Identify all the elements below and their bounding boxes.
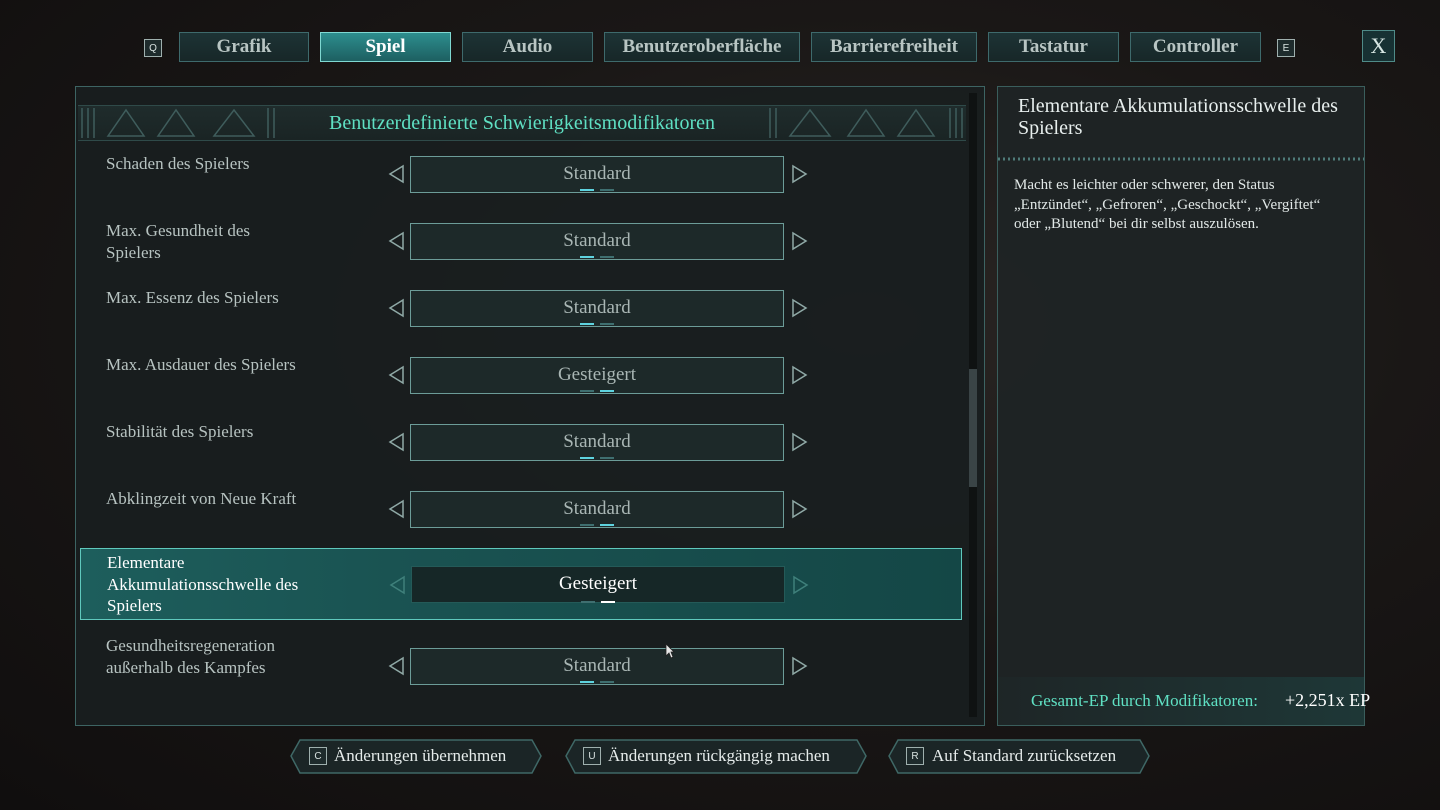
setting-label: Max. Ausdauer des Spielers <box>106 355 296 374</box>
level-indicator <box>581 601 617 604</box>
level-indicator <box>580 189 616 192</box>
apply-changes-button[interactable]: C Änderungen übernehmen <box>290 739 542 774</box>
button-label: Auf Standard zurücksetzen <box>932 746 1117 765</box>
arrow-left-icon[interactable] <box>388 432 406 452</box>
setting-row-schaden[interactable]: Schaden des Spielers Standard <box>80 153 962 213</box>
setting-label: Schaden des Spielers <box>106 154 250 173</box>
tab-audio[interactable]: Audio <box>462 32 593 62</box>
setting-label: Elementare Akkumulationsschwelle des Spi… <box>107 553 299 615</box>
setting-row-gesundheitsregeneration[interactable]: Gesundheitsregeneration außerhalb des Ka… <box>80 635 962 705</box>
arrow-left-icon[interactable] <box>388 164 406 184</box>
close-button[interactable]: X <box>1362 30 1395 62</box>
setting-label: Abklingzeit von Neue Kraft <box>106 489 297 508</box>
arrow-left-icon[interactable] <box>389 575 407 595</box>
setting-value[interactable]: Standard <box>410 648 784 685</box>
key-hint-c: C <box>309 747 327 765</box>
arrow-left-icon[interactable] <box>388 656 406 676</box>
key-hint-u: U <box>583 747 601 765</box>
settings-list-panel: Benutzerdefinierte Schwierigkeitsmodifik… <box>75 86 985 726</box>
setting-row-abklingzeit[interactable]: Abklingzeit von Neue Kraft Standard <box>80 488 962 548</box>
section-header: Benutzerdefinierte Schwierigkeitsmodifik… <box>78 105 966 141</box>
arrow-right-icon[interactable] <box>790 164 808 184</box>
ep-value: +2,251x EP <box>1285 690 1371 710</box>
setting-row-max-essenz[interactable]: Max. Essenz des Spielers Standard <box>80 287 962 347</box>
setting-label: Max. Essenz des Spielers <box>106 288 279 307</box>
level-indicator <box>580 524 616 527</box>
arrow-right-icon[interactable] <box>790 499 808 519</box>
setting-label: Gesundheitsregeneration außerhalb des Ka… <box>106 636 275 677</box>
level-indicator <box>580 457 616 460</box>
settings-tab-bar: Q Grafik Spiel Audio Benutzeroberfläche … <box>0 30 1440 66</box>
tab-benutzeroberflaeche[interactable]: Benutzeroberfläche <box>604 32 800 62</box>
setting-row-max-ausdauer[interactable]: Max. Ausdauer des Spielers Gesteigert <box>80 354 962 414</box>
setting-value[interactable]: Gesteigert <box>410 357 784 394</box>
button-label: Änderungen rückgängig machen <box>608 746 830 765</box>
setting-row-stabilitaet[interactable]: Stabilität des Spielers Standard <box>80 421 962 481</box>
undo-changes-button[interactable]: U Änderungen rückgängig machen <box>565 739 867 774</box>
tab-spiel[interactable]: Spiel <box>320 32 451 62</box>
ep-label: Gesamt-EP durch Modifikatoren: <box>1031 691 1258 710</box>
tab-next-key-hint[interactable]: E <box>1277 39 1295 57</box>
scrollbar-thumb[interactable] <box>969 369 977 487</box>
setting-value[interactable]: Gesteigert <box>411 566 785 603</box>
setting-value[interactable]: Standard <box>410 223 784 260</box>
level-indicator <box>580 256 616 259</box>
arrow-right-icon[interactable] <box>790 365 808 385</box>
mouse-cursor-icon <box>665 643 675 659</box>
detail-divider <box>998 157 1364 161</box>
tab-controller[interactable]: Controller <box>1130 32 1261 62</box>
arrow-left-icon[interactable] <box>388 231 406 251</box>
detail-description: Macht es leichter oder schwerer, den Sta… <box>1014 177 1321 232</box>
arrow-left-icon[interactable] <box>388 499 406 519</box>
tab-tastatur[interactable]: Tastatur <box>988 32 1119 62</box>
level-indicator <box>580 323 616 326</box>
level-indicator <box>580 390 616 393</box>
setting-value[interactable]: Standard <box>410 290 784 327</box>
detail-title: Elementare Akkumulationsschwelle des Spi… <box>1018 95 1338 139</box>
tab-barrierefreiheit[interactable]: Barrierefreiheit <box>811 32 977 62</box>
setting-value[interactable]: Standard <box>410 424 784 461</box>
section-title: Benutzerdefinierte Schwierigkeitsmodifik… <box>329 112 715 134</box>
setting-row-max-gesundheit[interactable]: Max. Gesundheit des Spielers Standard <box>80 220 962 280</box>
arrow-left-icon[interactable] <box>388 298 406 318</box>
arrow-right-icon[interactable] <box>790 656 808 676</box>
scrollbar[interactable] <box>969 93 977 717</box>
setting-row-elementare-akkumulation[interactable]: Elementare Akkumulationsschwelle des Spi… <box>80 548 962 620</box>
setting-label: Stabilität des Spielers <box>106 422 254 441</box>
arrow-left-icon[interactable] <box>388 365 406 385</box>
arrow-right-icon[interactable] <box>791 575 809 595</box>
arrow-right-icon[interactable] <box>790 432 808 452</box>
reset-default-button[interactable]: R Auf Standard zurücksetzen <box>888 739 1150 774</box>
setting-label: Max. Gesundheit des Spielers <box>106 221 251 262</box>
arrow-right-icon[interactable] <box>790 298 808 318</box>
setting-value[interactable]: Standard <box>410 156 784 193</box>
tab-grafik[interactable]: Grafik <box>179 32 309 62</box>
level-indicator <box>580 681 616 684</box>
button-label: Änderungen übernehmen <box>334 746 507 765</box>
arrow-right-icon[interactable] <box>790 231 808 251</box>
key-hint-r: R <box>906 747 924 765</box>
setting-value[interactable]: Standard <box>410 491 784 528</box>
tab-prev-key-hint[interactable]: Q <box>144 39 162 57</box>
detail-panel: Elementare Akkumulationsschwelle des Spi… <box>997 86 1365 726</box>
